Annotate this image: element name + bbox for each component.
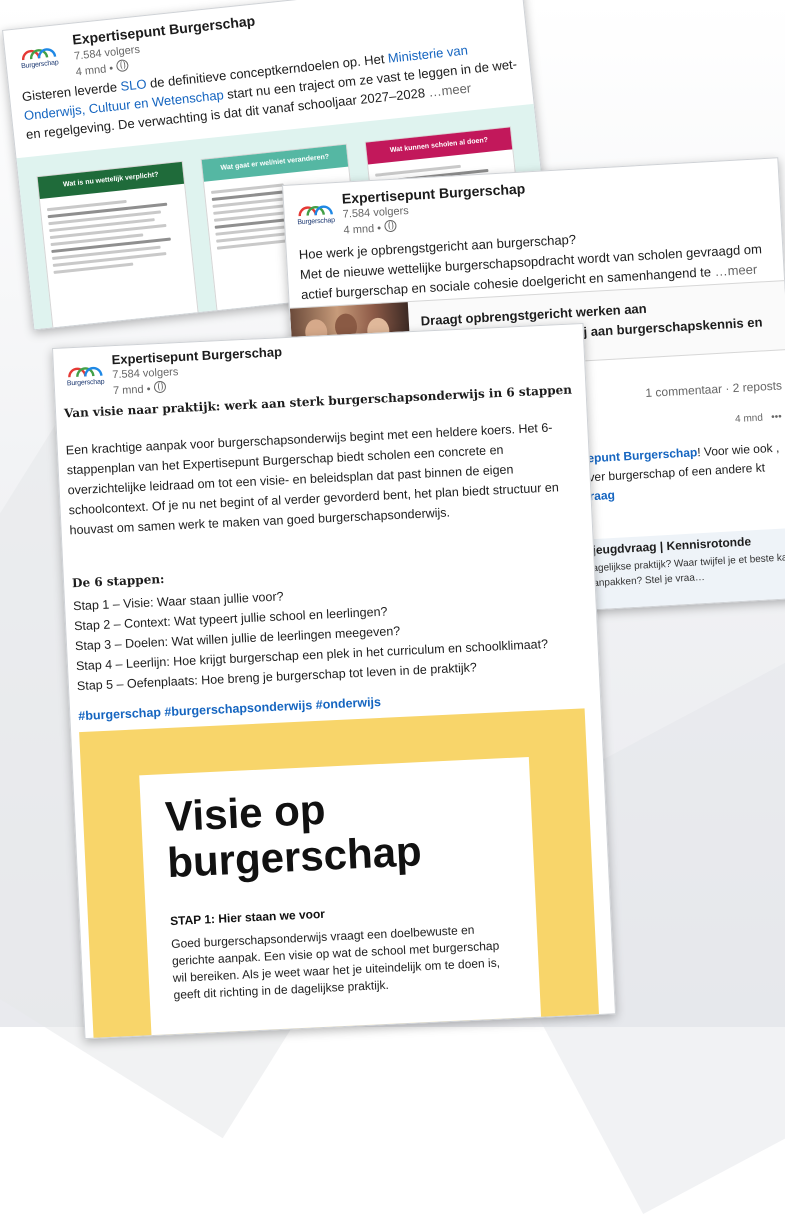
see-more-link[interactable]: …meer [714,262,757,279]
post-image[interactable]: Visie op burgerschap STAP 1: Hier staan … [79,708,600,1040]
follower-count: 7.584 volgers [342,204,410,221]
infographic-column: Wat is nu wettelijk verplicht? [36,160,201,331]
follower-count: 7.584 volgers [112,366,179,382]
post-intro: Een krachtige aanpak voor burgerschapson… [65,420,560,538]
post-time: 7 mnd • [112,380,166,398]
image-step-body: Goed burgerschapsonderwijs vraagt een do… [170,922,501,1002]
image-title: Visie op burgerschap [164,785,423,887]
company-logo[interactable]: Burgerschap [15,39,64,78]
post-card-zes-stappen: Burgerschap Expertisepunt Burgerschap 7.… [52,322,617,1040]
image-text-panel: Visie op burgerschap STAP 1: Hier staan … [139,756,542,1040]
infographic-text [40,184,192,275]
globe-icon [153,380,166,394]
comment-meta: 4 mnd ••• [735,411,782,425]
steps-list: Stap 1 – Visie: Waar staan jullie voor? … [73,573,577,696]
comment-text: sepunt Burgerschap! Voor wie ook , over … [580,438,785,507]
see-more-link[interactable]: …meer [428,80,472,99]
company-logo[interactable]: Burgerschap [292,197,340,234]
post-time: 4 mnd • [75,59,129,78]
image-step-label: STAP 1: Hier staan we voor [169,906,326,929]
author-name[interactable]: Expertisepunt Burgerschap [111,344,282,367]
post-time: 4 mnd • [343,219,397,237]
author-name[interactable]: Expertisepunt Burgerschap [341,180,525,206]
logo-text: Burgerschap [66,378,105,388]
knowledge-link-card[interactable]: / jeugdvraag | Kennisrotonde dagelijkse … [573,527,785,611]
globe-icon [115,59,129,73]
engagement-stats[interactable]: 1 commentaar · 2 reposts [645,378,782,400]
hashtags[interactable]: #burgerschap #burgerschapsonderwijs #ond… [78,695,381,723]
comment-mention-link[interactable]: sepunt Burgerschap [580,445,697,465]
post-time-text: 4 mnd [75,63,107,79]
comment-time: 4 mnd [734,412,764,426]
slo-link[interactable]: SLO [120,76,147,94]
steps-heading: De 6 stappen: [71,571,165,591]
logo-text: Burgerschap [297,217,336,227]
post-time-text: 7 mnd [112,383,144,398]
more-options-icon[interactable]: ••• [771,411,782,423]
globe-icon [383,219,397,233]
company-logo[interactable]: Burgerschap [62,358,110,394]
post-time-text: 4 mnd [343,222,375,237]
